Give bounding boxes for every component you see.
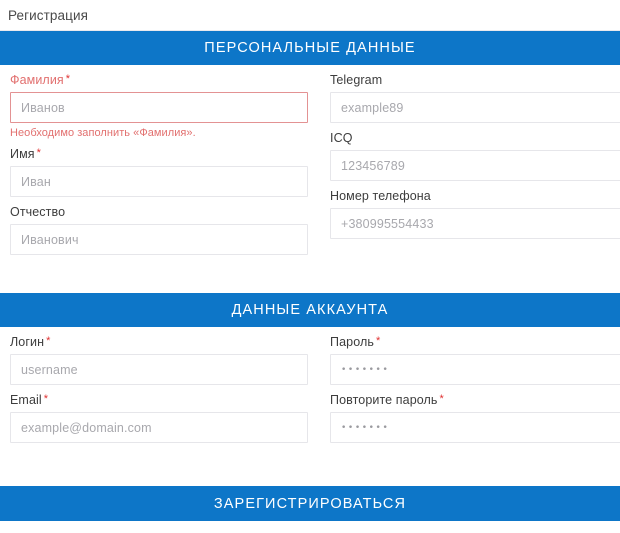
field-icq: ICQ 123456789 [330,131,620,181]
field-пароль: Пароль * ••••••• [330,335,620,385]
input-фамилия[interactable]: Иванов [10,92,308,123]
input-повторите-пароль[interactable]: ••••••• [330,412,620,443]
field-отчество: Отчество Иванович [10,205,308,255]
required-asterisk: * [375,335,381,347]
section-header-label: ПЕРСОНАЛЬНЫЕ ДАННЫЕ [204,40,416,56]
label-text: Отчество [10,205,66,219]
label-text: Telegram [330,73,383,87]
input-telegram[interactable]: example89 [330,92,620,123]
section-header-данные-аккаунта: ДАННЫЕ АККАУНТА [0,293,620,327]
registration-form: ПЕРСОНАЛЬНЫЕ ДАННЫЕ Фамилия * Иванов Необход… [0,31,620,451]
validation-error-message: Необходимо заполнить «Фамилия». [10,127,196,139]
required-asterisk: * [43,393,49,405]
required-asterisk: * [46,335,51,347]
input-placeholder: username [21,362,78,377]
field-повторите-пароль: Повторите пароль * ••••••• [330,393,620,443]
field-логин: Логин * username [10,335,308,385]
field-label-фамилия: Фамилия * [10,73,308,87]
field-label-имя: Имя * [10,147,308,161]
field-label-повторите-пароль: Повторите пароль * [330,393,620,407]
field-номер-телефона: Номер телефона +380995554433 [330,189,620,239]
section-данные-аккаунта: ДАННЫЕ АККАУНТА Логин * username Email * examp… [0,293,620,451]
label-text: Email [10,393,42,407]
section-fields-grid: Фамилия * Иванов Необходимо заполнить «Фами… [0,65,620,263]
password-mask: ••••••• [341,364,390,375]
field-label-логин: Логин * [10,335,308,349]
form-column-right: Пароль * ••••••• Повторите пароль * ••••••• [320,335,620,451]
section-header-label: ДАННЫЕ АККАУНТА [231,302,389,318]
field-label-email: Email * [10,393,308,407]
form-column-left: Фамилия * Иванов Необходимо заполнить «Фами… [0,73,320,263]
page-title: Регистрация [8,7,89,23]
label-text: Пароль [330,335,374,349]
field-label-пароль: Пароль * [330,335,620,349]
input-placeholder: example@domain.com [21,420,152,435]
input-пароль[interactable]: ••••••• [330,354,620,385]
input-placeholder: Иван [21,174,51,189]
section-персональные-данные: ПЕРСОНАЛЬНЫЕ ДАННЫЕ Фамилия * Иванов Необход… [0,31,620,263]
input-отчество[interactable]: Иванович [10,224,308,255]
label-text: Повторите пароль [330,393,438,407]
input-placeholder: Иванов [21,100,65,115]
field-email: Email * example@domain.com [10,393,308,443]
section-header-персональные-данные: ПЕРСОНАЛЬНЫЕ ДАННЫЕ [0,31,620,65]
label-text: Номер телефона [330,189,431,203]
input-логин[interactable]: username [10,354,308,385]
input-placeholder: 123456789 [341,158,405,173]
field-фамилия: Фамилия * Иванов Необходимо заполнить «Фами… [10,73,308,139]
form-column-left: Логин * username Email * example@domain.com [0,335,320,451]
label-text: Фамилия [10,73,64,87]
field-имя: Имя * Иван [10,147,308,197]
form-column-right: Telegram example89 ICQ 123456789 Номер телеф… [320,73,620,263]
label-text: Логин [10,335,45,349]
register-submit-label: ЗАРЕГИСТРИРОВАТЬСЯ [213,495,407,512]
password-mask: ••••••• [341,422,390,433]
field-label-icq: ICQ [330,131,620,145]
input-имя[interactable]: Иван [10,166,308,197]
required-asterisk: * [65,73,71,85]
input-email[interactable]: example@domain.com [10,412,308,443]
input-placeholder: +380995554433 [341,216,434,231]
input-icq[interactable]: 123456789 [330,150,620,181]
required-asterisk: * [36,147,42,159]
input-номер-телефона[interactable]: +380995554433 [330,208,620,239]
page-header: Регистрация [0,0,620,30]
required-asterisk: * [439,393,444,405]
label-text: ICQ [330,131,353,145]
field-label-отчество: Отчество [10,205,308,219]
field-label-telegram: Telegram [330,73,620,87]
section-fields-grid: Логин * username Email * example@domain.com Па… [0,327,620,451]
field-telegram: Telegram example89 [330,73,620,123]
input-placeholder: Иванович [21,232,79,247]
submit-spacer [0,451,620,486]
field-label-номер-телефона: Номер телефона [330,189,620,203]
input-placeholder: example89 [341,100,404,115]
label-text: Имя [10,147,35,161]
register-submit-button[interactable]: ЗАРЕГИСТРИРОВАТЬСЯ [0,486,620,521]
